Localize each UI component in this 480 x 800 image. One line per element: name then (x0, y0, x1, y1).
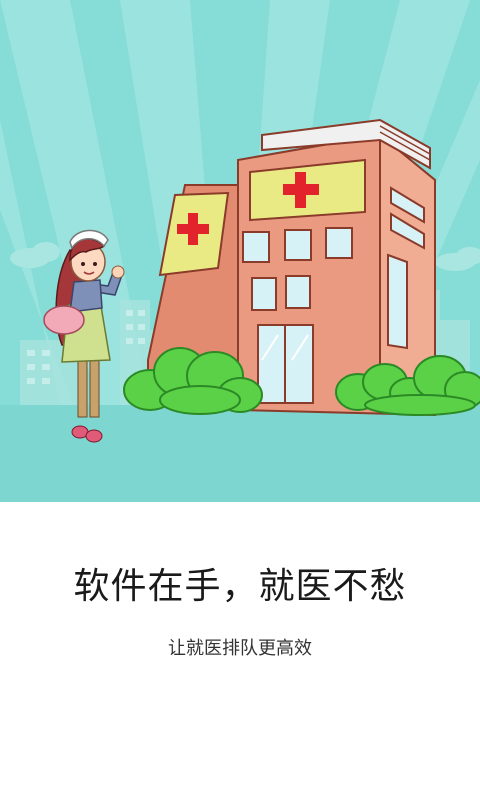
splash-subline: 让就医排队更高效 (168, 638, 312, 659)
splash-headline: 软件在手，就医不愁 (73, 566, 407, 607)
hero-illustration (0, 0, 480, 502)
splash-screen: 软件在手，就医不愁 让就医排队更高效 (0, 0, 480, 800)
ground (0, 405, 480, 502)
splash-text-area: 软件在手，就医不愁 让就医排队更高效 (0, 502, 480, 800)
